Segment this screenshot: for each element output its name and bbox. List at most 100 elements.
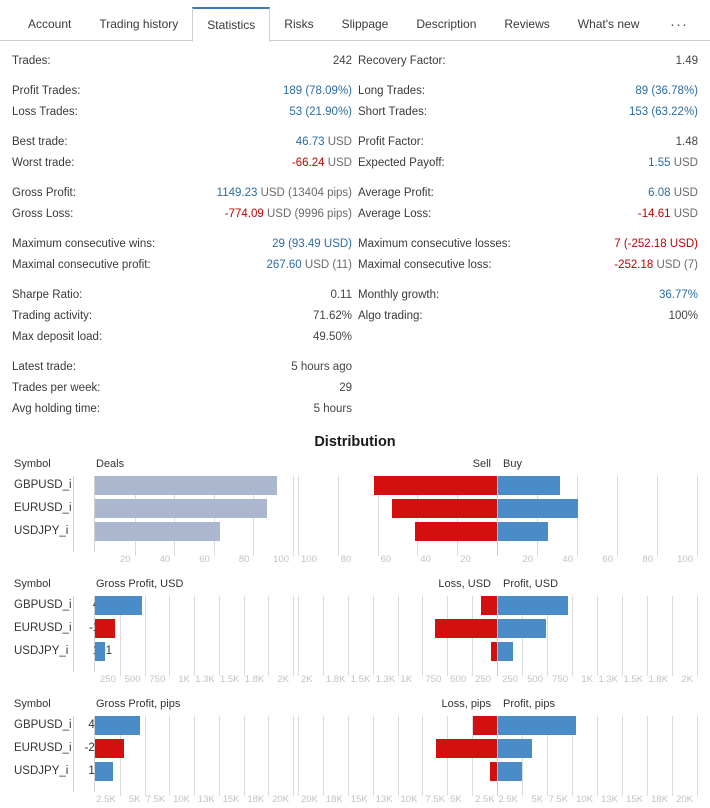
stat-row: Maximum consecutive losses: 7 (-252.18 US… <box>358 234 698 255</box>
tab-reviews[interactable]: Reviews <box>490 8 563 41</box>
stat-value-number: 71.62% <box>312 310 352 322</box>
bar-positive <box>498 476 560 495</box>
stat-value-unit: USD (7) <box>653 259 698 271</box>
axis-tick-label: 100 <box>273 554 289 565</box>
stat-value: -66.24 USD <box>292 153 352 174</box>
gridline <box>597 716 598 796</box>
stat-label: Maximal consecutive profit: <box>12 259 151 271</box>
axis-tick-label: 40 <box>420 554 431 565</box>
gridline <box>622 716 623 796</box>
gridline <box>397 716 399 796</box>
stat-value: 5 hours ago <box>291 357 352 378</box>
stat-row: Gross Profit: 1149.23 USD (13404 pips) <box>12 183 352 204</box>
stat-value: 1.55 USD <box>648 153 698 174</box>
tab-what-s-new[interactable]: What's new <box>564 8 654 41</box>
gridline <box>298 716 299 796</box>
gridline <box>218 716 220 796</box>
column-divider <box>73 476 74 552</box>
more-tabs-icon[interactable]: ··· <box>656 8 702 41</box>
axis-tick-label: 60 <box>602 554 613 565</box>
gridline <box>372 716 374 796</box>
stat-value-number: -774.09 <box>224 208 264 220</box>
stat-label: Trading activity: <box>12 310 93 322</box>
symbol-label: EURUSD_i <box>14 502 72 514</box>
gridline <box>268 596 270 676</box>
stat-label: Average Loss: <box>358 208 432 220</box>
stat-label: Algo trading: <box>358 310 423 322</box>
column-divider <box>73 716 74 792</box>
stat-value-unit: USD <box>670 208 698 220</box>
tab-trading-history[interactable]: Trading history <box>85 8 192 41</box>
axis-tick-label: 80 <box>238 554 250 565</box>
stat-row: Trades: 242 <box>12 51 352 72</box>
bar-left <box>95 476 278 495</box>
gridline <box>243 716 245 796</box>
stat-value: 71.62% <box>313 306 352 327</box>
gridline <box>697 476 698 556</box>
bar-positive <box>498 642 513 661</box>
symbol-label: EURUSD_i <box>14 622 72 634</box>
bar-negative <box>436 739 497 758</box>
stat-value: 189 (78.09%) <box>283 81 352 102</box>
bar-left <box>95 716 140 735</box>
stat-label: Average Profit: <box>358 187 434 199</box>
stat-value-number: 1.49 <box>675 55 698 67</box>
stat-value: 6.08 USD <box>648 183 698 204</box>
gridline <box>597 596 598 676</box>
stat-row: Short Trades: 153 (63.22%) <box>358 102 698 123</box>
stat-label: Latest trade: <box>12 361 76 373</box>
bar-negative <box>434 619 497 638</box>
axis-tick-label: 2K <box>277 674 289 685</box>
stat-value-unit: USD <box>670 157 698 169</box>
symbol-column-header: Symbol <box>14 698 51 710</box>
gridline <box>397 596 399 676</box>
stat-row: Worst trade: -66.24 USD <box>12 153 352 174</box>
stat-value: 36.77% <box>659 285 698 306</box>
tab-slippage[interactable]: Slippage <box>328 8 403 41</box>
stat-row: Gross Loss: -774.09 USD (9996 pips) <box>12 204 352 225</box>
stat-value-number: 7 (-252.18 USD) <box>614 238 698 250</box>
stat-value: 1.49 <box>676 51 698 72</box>
stat-value: -14.61 USD <box>638 204 698 225</box>
bar-left <box>95 739 124 758</box>
axis-tick-label: 20 <box>120 554 131 565</box>
gridline <box>337 476 339 556</box>
stat-value-unit: USD (13404 pips) <box>257 187 352 199</box>
stat-label: Maximal consecutive loss: <box>358 259 492 271</box>
axis-tick-label: 20K <box>676 794 693 805</box>
stat-row: Latest trade: 5 hours ago <box>12 357 352 378</box>
column-divider <box>73 596 74 672</box>
tab-statistics[interactable]: Statistics <box>192 7 271 42</box>
gridline <box>672 596 673 676</box>
stat-row: Expected Payoff: 1.55 USD <box>358 153 698 174</box>
stat-value-number: 36.77% <box>658 289 698 301</box>
right-chart-header-positive: Profit, USD <box>503 578 559 590</box>
distribution-block: SymbolDeals20406080100GBPUSD_i92EURUSD_i… <box>0 458 710 568</box>
bar-positive <box>498 499 578 518</box>
gridline <box>572 596 573 676</box>
symbol-column-header: Symbol <box>14 458 51 470</box>
stat-label: Loss Trades: <box>12 106 78 118</box>
stat-label: Trades per week: <box>12 382 101 394</box>
stat-row: Maximal consecutive loss: -252.18 USD (7) <box>358 255 698 276</box>
tab-account[interactable]: Account <box>14 8 85 41</box>
gridline <box>293 476 294 556</box>
tab-description[interactable]: Description <box>402 8 490 41</box>
stat-label: Trades: <box>12 55 51 67</box>
stat-value-number: 189 (78.09%) <box>282 85 352 97</box>
gridline <box>194 716 195 796</box>
bar-positive <box>498 596 568 615</box>
stat-value-unit: USD <box>324 157 352 169</box>
right-chart-header-negative: Loss, pips <box>441 698 491 710</box>
statistics-column-right: Recovery Factor: 1.49 Long Trades: 89 (36.7… <box>358 51 698 420</box>
distribution-block: Symbol Gross Profit, USD 250 500 750 1K 1.3K 1.… <box>0 578 710 688</box>
stat-value: -774.09 USD (9996 pips) <box>225 204 352 225</box>
stat-value-number: 49.50% <box>312 331 352 343</box>
stat-value-unit: USD (9996 pips) <box>263 208 352 220</box>
bar-negative <box>391 499 497 518</box>
gridline <box>672 716 673 796</box>
bar-left <box>95 499 268 518</box>
stat-row: Maximal consecutive profit: 267.60 USD (1… <box>12 255 352 276</box>
tab-risks[interactable]: Risks <box>270 8 327 41</box>
gridline <box>622 596 623 676</box>
